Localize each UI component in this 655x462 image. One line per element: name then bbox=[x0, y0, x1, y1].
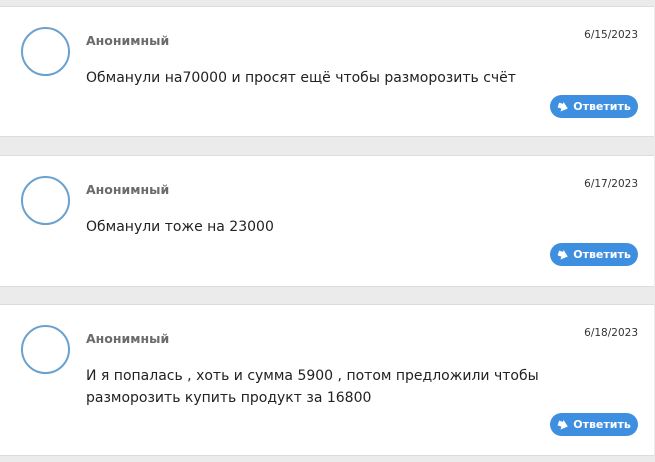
reply-label: Ответить bbox=[573, 248, 631, 261]
comment-date: 6/17/2023 bbox=[584, 178, 638, 190]
comment-date: 6/18/2023 bbox=[584, 327, 638, 339]
avatar bbox=[21, 176, 70, 225]
avatar bbox=[21, 325, 70, 374]
comment-author: Анонимный bbox=[86, 331, 170, 346]
reply-button[interactable]: Ответить bbox=[550, 413, 638, 436]
comment-author: Анонимный bbox=[86, 33, 170, 48]
reply-button[interactable]: Ответить bbox=[550, 95, 638, 118]
reply-arrow-icon bbox=[557, 249, 569, 260]
comment-text: Обманули на70000 и просят ещё чтобы разм… bbox=[86, 70, 516, 86]
reply-label: Ответить bbox=[573, 100, 631, 113]
reply-arrow-icon bbox=[557, 101, 569, 112]
comment-text: Обманули тоже на 23000 bbox=[86, 219, 274, 235]
reply-arrow-icon bbox=[557, 419, 569, 430]
comment-card: Анонимный 6/15/2023 Обманули на70000 и п… bbox=[0, 6, 654, 137]
comment-author: Анонимный bbox=[86, 182, 170, 197]
comment-card: Анонимный 6/17/2023 Обманули тоже на 230… bbox=[0, 155, 654, 287]
reply-button[interactable]: Ответить bbox=[550, 243, 638, 266]
comment-date: 6/15/2023 bbox=[584, 29, 638, 41]
comment-text: И я попалась , хоть и сумма 5900 , потом… bbox=[86, 368, 539, 406]
reply-label: Ответить bbox=[573, 418, 631, 431]
avatar bbox=[21, 27, 70, 76]
comment-card: Анонимный 6/18/2023 И я попалась , хоть … bbox=[0, 304, 654, 456]
